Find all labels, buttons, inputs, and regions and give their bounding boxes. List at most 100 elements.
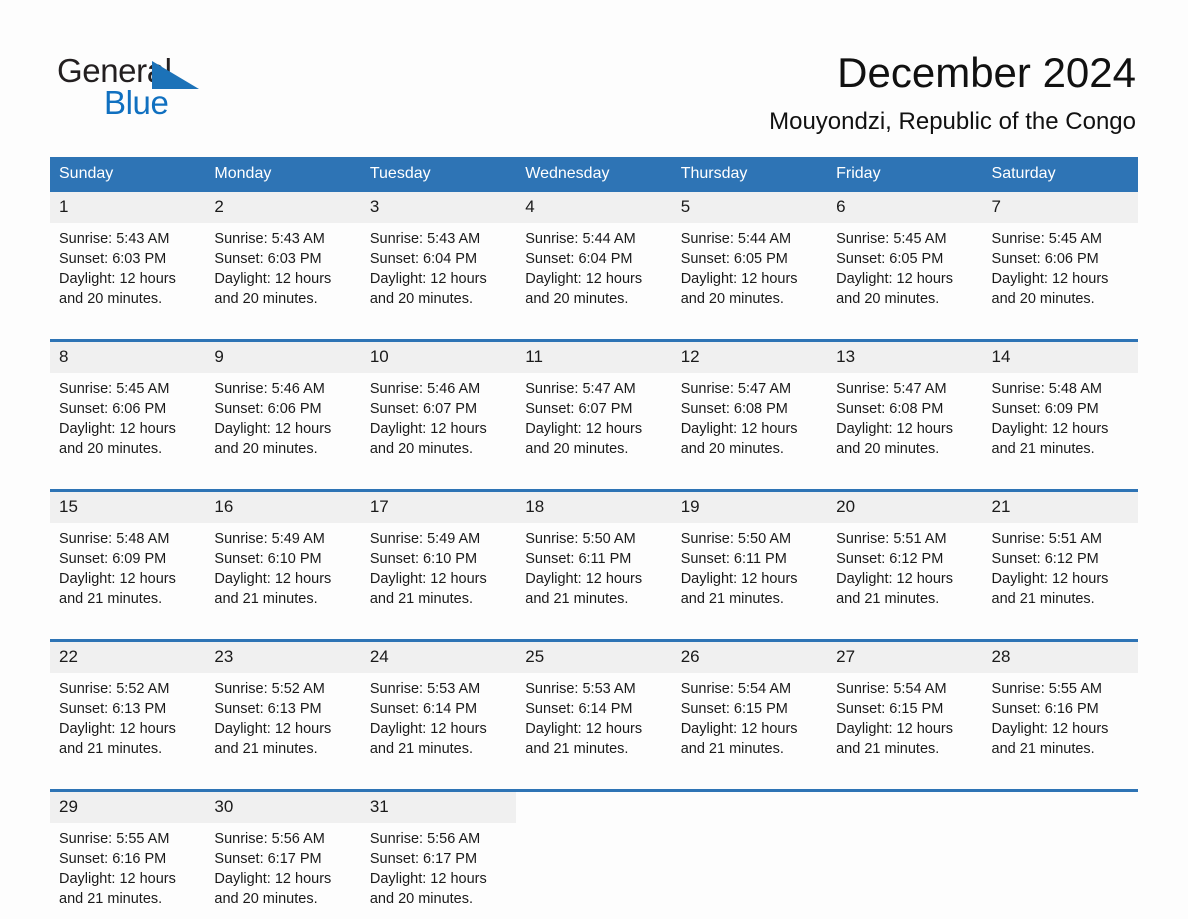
- day-number[interactable]: 28: [982, 642, 1138, 673]
- day-cell[interactable]: Sunrise: 5:51 AM Sunset: 6:12 PM Dayligh…: [982, 523, 1138, 619]
- day-number[interactable]: 6: [827, 192, 983, 223]
- day-cell[interactable]: Sunrise: 5:48 AM Sunset: 6:09 PM Dayligh…: [50, 523, 206, 619]
- sunrise-text: Sunrise: 5:51 AM: [991, 531, 1102, 547]
- day-number[interactable]: 24: [360, 642, 517, 673]
- sunset-text: Sunset: 6:11 PM: [680, 551, 787, 567]
- sunrise-text: Sunrise: 5:43 AM: [214, 231, 325, 247]
- day-number[interactable]: 14: [982, 342, 1138, 373]
- day-cell[interactable]: Sunrise: 5:56 AM Sunset: 6:17 PM Dayligh…: [205, 823, 361, 919]
- daylight-text-cont: and 20 minutes.: [59, 291, 163, 307]
- day-cell[interactable]: Sunrise: 5:45 AM Sunset: 6:06 PM Dayligh…: [50, 373, 206, 469]
- day-number[interactable]: 16: [205, 492, 361, 523]
- sunset-text: Sunset: 6:10 PM: [369, 551, 478, 567]
- day-cell[interactable]: Sunrise: 5:54 AM Sunset: 6:15 PM Dayligh…: [827, 673, 983, 769]
- day-cell[interactable]: Sunrise: 5:47 AM Sunset: 6:08 PM Dayligh…: [671, 373, 828, 469]
- day-cell[interactable]: Sunrise: 5:52 AM Sunset: 6:13 PM Dayligh…: [205, 673, 361, 769]
- day-cell[interactable]: Sunrise: 5:46 AM Sunset: 6:06 PM Dayligh…: [205, 373, 361, 469]
- generalblue-logo[interactable]: General Blue: [57, 53, 257, 123]
- day-cell[interactable]: Sunrise: 5:50 AM Sunset: 6:11 PM Dayligh…: [671, 523, 828, 619]
- daylight-text: Daylight: 12 hours: [369, 871, 487, 887]
- sunset-text: Sunset: 6:08 PM: [836, 401, 944, 417]
- sunset-text: Sunset: 6:15 PM: [680, 701, 788, 717]
- sunrise-text: Sunrise: 5:43 AM: [59, 231, 170, 247]
- sunrise-text: Sunrise: 5:56 AM: [369, 831, 481, 847]
- day-number[interactable]: 10: [360, 342, 517, 373]
- day-cell[interactable]: Sunrise: 5:54 AM Sunset: 6:15 PM Dayligh…: [671, 673, 828, 769]
- sunrise-text: Sunrise: 5:54 AM: [680, 681, 792, 697]
- day-cell[interactable]: Sunrise: 5:45 AM Sunset: 6:05 PM Dayligh…: [827, 223, 983, 319]
- day-cell[interactable]: Sunrise: 5:49 AM Sunset: 6:10 PM Dayligh…: [205, 523, 361, 619]
- sunset-text: Sunset: 6:03 PM: [214, 251, 322, 267]
- day-number[interactable]: 21: [982, 492, 1138, 523]
- day-number[interactable]: 7: [982, 192, 1138, 223]
- day-cell[interactable]: Sunrise: 5:43 AM Sunset: 6:03 PM Dayligh…: [50, 223, 206, 319]
- daylight-text-cont: and 20 minutes.: [525, 291, 629, 307]
- daylight-text: Daylight: 12 hours: [680, 271, 798, 287]
- day-number[interactable]: 18: [516, 492, 672, 523]
- sunset-text: Sunset: 6:15 PM: [836, 701, 944, 717]
- day-cell[interactable]: Sunrise: 5:46 AM Sunset: 6:07 PM Dayligh…: [360, 373, 517, 469]
- daylight-text-cont: and 21 minutes.: [991, 441, 1095, 457]
- daylight-text: Daylight: 12 hours: [59, 721, 176, 737]
- day-number[interactable]: 5: [671, 192, 828, 223]
- day-number[interactable]: 4: [516, 192, 672, 223]
- sunset-text: Sunset: 6:04 PM: [525, 251, 633, 267]
- day-number[interactable]: 25: [516, 642, 672, 673]
- day-number[interactable]: 13: [827, 342, 983, 373]
- day-cell[interactable]: Sunrise: 5:44 AM Sunset: 6:05 PM Dayligh…: [671, 223, 828, 319]
- day-cell[interactable]: Sunrise: 5:51 AM Sunset: 6:12 PM Dayligh…: [827, 523, 983, 619]
- day-cell[interactable]: Sunrise: 5:44 AM Sunset: 6:04 PM Dayligh…: [516, 223, 672, 319]
- day-cell[interactable]: Sunrise: 5:48 AM Sunset: 6:09 PM Dayligh…: [982, 373, 1138, 469]
- daylight-text: Daylight: 12 hours: [59, 271, 176, 287]
- day-cell[interactable]: Sunrise: 5:56 AM Sunset: 6:17 PM Dayligh…: [360, 823, 517, 919]
- day-number[interactable]: 15: [50, 492, 206, 523]
- sunset-text: Sunset: 6:14 PM: [369, 701, 478, 717]
- day-cell[interactable]: Sunrise: 5:53 AM Sunset: 6:14 PM Dayligh…: [516, 673, 672, 769]
- daylight-text-cont: and 20 minutes.: [836, 291, 940, 307]
- daylight-text: Daylight: 12 hours: [525, 721, 643, 737]
- day-cell[interactable]: Sunrise: 5:47 AM Sunset: 6:08 PM Dayligh…: [827, 373, 983, 469]
- daylight-text: Daylight: 12 hours: [680, 571, 798, 587]
- weekday-header-saturday: Saturday: [982, 157, 1138, 192]
- sunset-text: Sunset: 6:04 PM: [369, 251, 478, 267]
- day-number[interactable]: 22: [50, 642, 206, 673]
- day-cell[interactable]: Sunrise: 5:47 AM Sunset: 6:07 PM Dayligh…: [516, 373, 672, 469]
- day-number[interactable]: 31: [360, 792, 517, 823]
- day-number[interactable]: 20: [827, 492, 983, 523]
- daylight-text: Daylight: 12 hours: [369, 721, 487, 737]
- daylight-text: Daylight: 12 hours: [991, 571, 1109, 587]
- day-number[interactable]: 19: [671, 492, 828, 523]
- sunset-text: Sunset: 6:13 PM: [59, 701, 167, 717]
- day-cell[interactable]: Sunrise: 5:55 AM Sunset: 6:16 PM Dayligh…: [982, 673, 1138, 769]
- day-number[interactable]: 12: [671, 342, 828, 373]
- day-cell[interactable]: Sunrise: 5:52 AM Sunset: 6:13 PM Dayligh…: [50, 673, 206, 769]
- day-number[interactable]: 11: [516, 342, 672, 373]
- sunset-text: Sunset: 6:16 PM: [991, 701, 1099, 717]
- day-number[interactable]: 17: [360, 492, 517, 523]
- daylight-text-cont: and 20 minutes.: [59, 441, 163, 457]
- day-number[interactable]: 3: [360, 192, 517, 223]
- day-number[interactable]: 2: [205, 192, 361, 223]
- sunrise-text: Sunrise: 5:47 AM: [836, 381, 947, 397]
- day-number[interactable]: 26: [671, 642, 828, 673]
- daylight-text-cont: and 21 minutes.: [369, 591, 474, 607]
- day-cell[interactable]: Sunrise: 5:45 AM Sunset: 6:06 PM Dayligh…: [982, 223, 1138, 319]
- day-number[interactable]: 27: [827, 642, 983, 673]
- calendar-body: 1 2 3 4 5 6 7 Sunrise: 5:43 AM Sunset: 6…: [50, 192, 1138, 919]
- day-cell[interactable]: Sunrise: 5:53 AM Sunset: 6:14 PM Dayligh…: [360, 673, 517, 769]
- day-cell[interactable]: Sunrise: 5:55 AM Sunset: 6:16 PM Dayligh…: [50, 823, 206, 919]
- day-cell[interactable]: Sunrise: 5:49 AM Sunset: 6:10 PM Dayligh…: [360, 523, 517, 619]
- day-cell[interactable]: Sunrise: 5:50 AM Sunset: 6:11 PM Dayligh…: [516, 523, 672, 619]
- day-number[interactable]: 8: [50, 342, 206, 373]
- day-number[interactable]: 29: [50, 792, 206, 823]
- day-number[interactable]: 1: [50, 192, 206, 223]
- day-number[interactable]: 30: [205, 792, 361, 823]
- day-cell[interactable]: Sunrise: 5:43 AM Sunset: 6:04 PM Dayligh…: [360, 223, 517, 319]
- daylight-text-cont: and 21 minutes.: [991, 741, 1095, 757]
- day-number[interactable]: 23: [205, 642, 361, 673]
- calendar-page: General Blue December 2024 Mouyondzi, Re…: [0, 0, 1188, 919]
- day-cell[interactable]: Sunrise: 5:43 AM Sunset: 6:03 PM Dayligh…: [205, 223, 361, 319]
- day-number[interactable]: 9: [205, 342, 361, 373]
- page-title: December 2024: [837, 49, 1136, 96]
- daylight-text: Daylight: 12 hours: [214, 721, 332, 737]
